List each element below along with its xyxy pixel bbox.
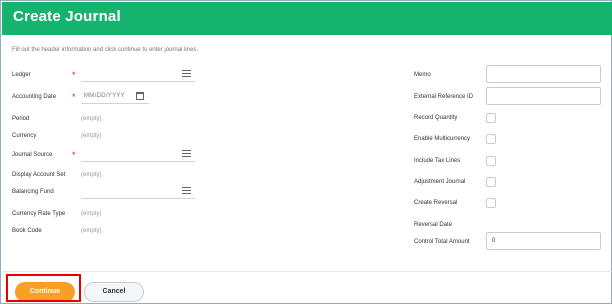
- ledger-required-marker: *: [72, 70, 76, 80]
- page-title: Create Journal: [13, 8, 121, 25]
- memo-label: Memo: [414, 72, 431, 78]
- currency-value: (empty): [81, 133, 102, 139]
- accounting-date-input[interactable]: MM/DD/YYYY: [81, 89, 149, 104]
- control-total-amount-field[interactable]: 0: [486, 232, 601, 250]
- list-icon: [182, 70, 191, 77]
- control-total-amount-label: Control Total Amount: [414, 239, 470, 245]
- display-account-set-label: Display Account Set: [12, 172, 66, 178]
- header-bar: Create Journal: [2, 2, 612, 35]
- reversal-date-label: Reversal Date: [414, 222, 453, 228]
- accounting-date-required-marker: *: [72, 92, 76, 102]
- list-icon: [182, 187, 191, 194]
- journal-source-label: Journal Source: [12, 152, 53, 158]
- continue-highlight-box: [6, 274, 81, 302]
- balancing-fund-label: Balancing Fund: [12, 189, 54, 195]
- external-reference-id-label: External Reference ID: [414, 94, 474, 100]
- accounting-date-label: Accounting Date: [12, 94, 57, 100]
- display-account-set-value: (empty): [81, 172, 102, 178]
- include-tax-lines-checkbox[interactable]: [486, 156, 496, 166]
- memo-field[interactable]: [486, 65, 601, 83]
- ledger-prompt[interactable]: [81, 67, 195, 82]
- create-reversal-label: Create Reversal: [414, 200, 458, 206]
- currency-label: Currency: [12, 133, 37, 139]
- cancel-button[interactable]: Cancel: [84, 282, 144, 302]
- list-icon: [182, 150, 191, 157]
- intro-text: Fill out the header information and clic…: [12, 47, 199, 53]
- enable-multicurrency-checkbox[interactable]: [486, 134, 496, 144]
- create-journal-dialog: Create Journal Fill out the header infor…: [0, 0, 612, 304]
- currency-rate-type-value: (empty): [81, 211, 102, 217]
- adjustment-journal-checkbox[interactable]: [486, 177, 496, 187]
- book-code-label: Book Code: [12, 228, 42, 234]
- currency-rate-type-label: Currency Rate Type: [12, 211, 66, 217]
- calendar-icon[interactable]: [136, 92, 144, 100]
- journal-source-prompt[interactable]: [81, 147, 195, 162]
- enable-multicurrency-label: Enable Multicurrency: [414, 136, 471, 142]
- journal-source-required-marker: *: [72, 150, 76, 160]
- control-total-amount-value: 0: [492, 238, 496, 244]
- ledger-label: Ledger: [12, 72, 31, 78]
- external-reference-id-field[interactable]: [486, 87, 601, 105]
- accounting-date-placeholder: MM/DD/YYYY: [84, 93, 126, 99]
- book-code-value: (empty): [81, 228, 102, 234]
- balancing-fund-prompt[interactable]: [81, 184, 195, 199]
- adjustment-journal-label: Adjustment Journal: [414, 179, 466, 185]
- include-tax-lines-label: Include Tax Lines: [414, 158, 461, 164]
- period-value: (empty): [81, 116, 102, 122]
- record-quantity-checkbox[interactable]: [486, 113, 496, 123]
- create-reversal-checkbox[interactable]: [486, 198, 496, 208]
- footer-divider: [2, 271, 612, 272]
- record-quantity-label: Record Quantity: [414, 115, 458, 121]
- period-label: Period: [12, 116, 30, 122]
